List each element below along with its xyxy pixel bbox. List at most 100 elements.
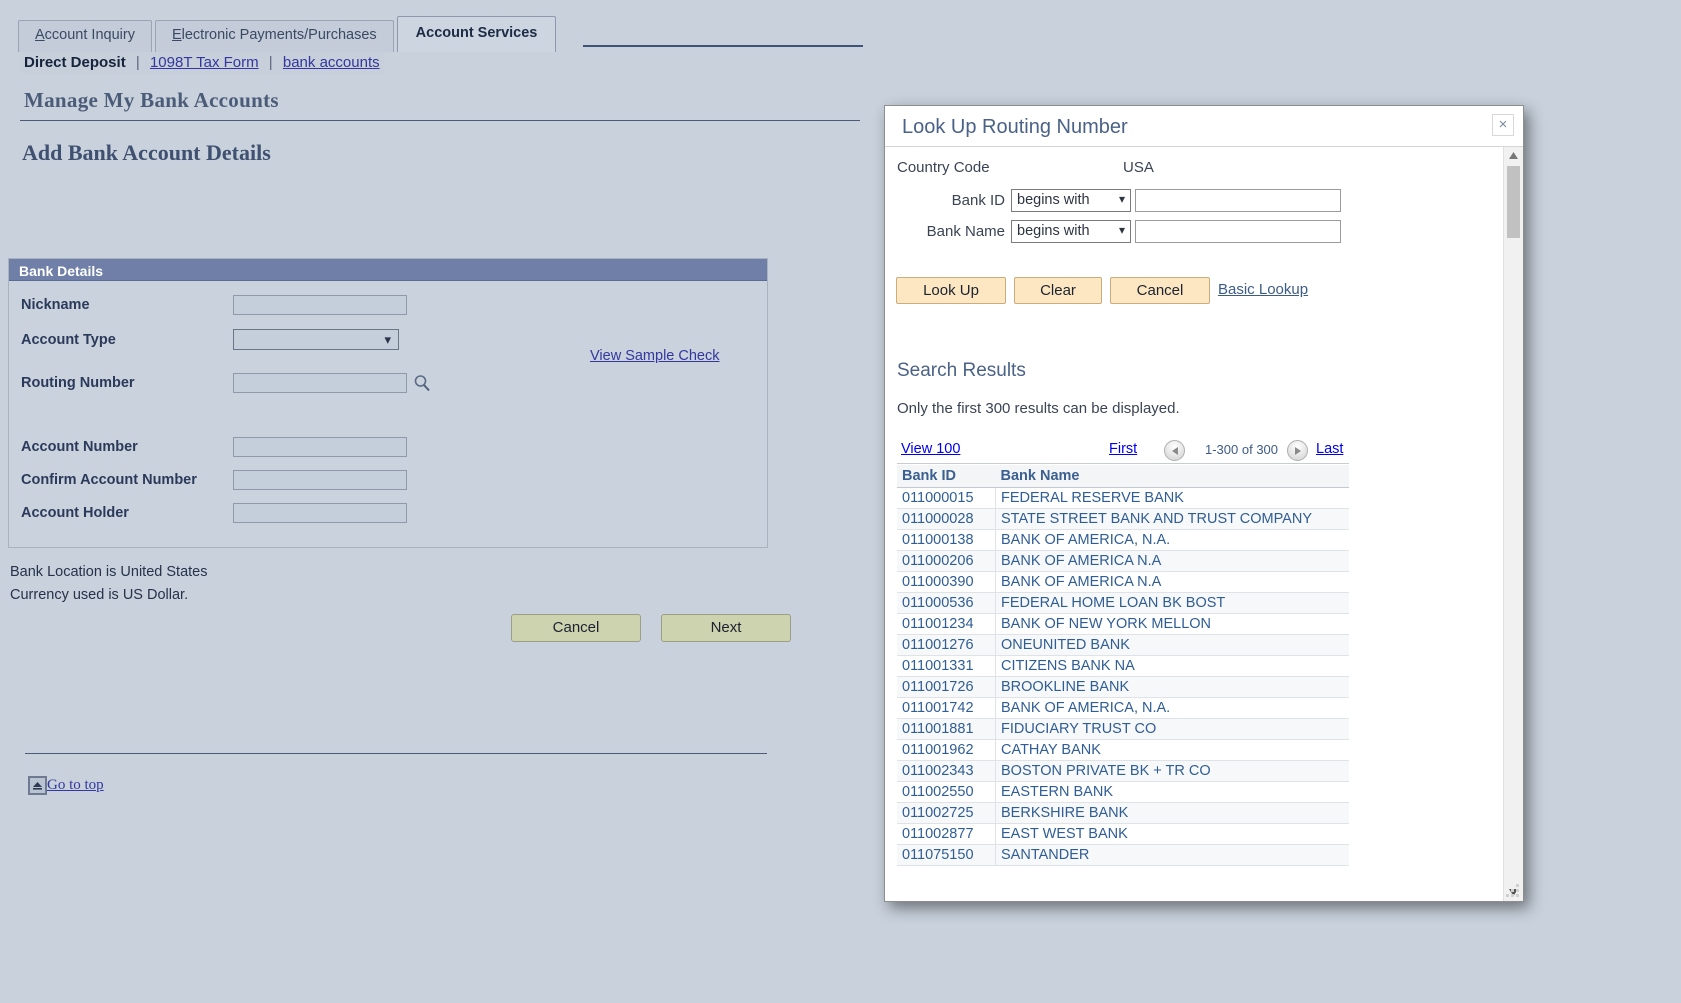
search-icon[interactable] (413, 374, 431, 392)
subnav-link-1098t-tax-form[interactable]: 1098T Tax Form (150, 54, 259, 71)
cell-bank-name[interactable]: FIDUCIARY TRUST CO (995, 718, 1349, 740)
basic-lookup-link[interactable]: Basic Lookup (1218, 281, 1308, 298)
cancel-button[interactable]: Cancel (511, 614, 641, 642)
cell-bank-id[interactable]: 011001276 (897, 634, 996, 656)
view-sample-check-link[interactable]: View Sample Check (590, 348, 720, 364)
cell-bank-name[interactable]: SANTANDER (995, 844, 1349, 866)
table-row[interactable]: 011075150 SANTANDER (897, 844, 1349, 866)
cell-bank-name[interactable]: EAST WEST BANK (995, 823, 1349, 845)
table-row[interactable]: 011001881 FIDUCIARY TRUST CO (897, 718, 1349, 740)
cell-bank-name[interactable]: STATE STREET BANK AND TRUST COMPANY (995, 508, 1349, 530)
cell-bank-id[interactable]: 011000206 (897, 550, 996, 572)
routing-number-input[interactable] (233, 373, 407, 393)
modal-scrollbar[interactable] (1503, 147, 1523, 901)
cell-bank-id[interactable]: 011002550 (897, 781, 996, 803)
scrollbar-thumb[interactable] (1507, 166, 1520, 238)
tab-electronic-payments[interactable]: Electronic Payments/Purchases (154, 20, 394, 52)
results-pager: View 100 First 1-300 of 300 Last (897, 437, 1349, 464)
cell-bank-id[interactable]: 011000028 (897, 508, 996, 530)
cell-bank-id[interactable]: 011000138 (897, 529, 996, 551)
table-row[interactable]: 011000028 STATE STREET BANK AND TRUST COM… (897, 508, 1349, 530)
scroll-up-icon[interactable] (1504, 147, 1523, 164)
cell-bank-name[interactable]: BANK OF AMERICA N.A (995, 571, 1349, 593)
table-row[interactable]: 011000206 BANK OF AMERICA N.A (897, 550, 1349, 572)
cell-bank-name[interactable]: FEDERAL HOME LOAN BK BOST (995, 592, 1349, 614)
previous-page-button[interactable] (1164, 440, 1185, 461)
cell-bank-id[interactable]: 011001962 (897, 739, 996, 761)
tab-account-services[interactable]: Account Services (396, 16, 557, 52)
tab-account-inquiry[interactable]: Account Inquiry (18, 20, 152, 52)
table-row[interactable]: 011002550 EASTERN BANK (897, 781, 1349, 803)
next-button[interactable]: Next (661, 614, 791, 642)
account-holder-input[interactable] (233, 503, 407, 523)
table-row[interactable]: 011000015 FEDERAL RESERVE BANK (897, 487, 1349, 509)
field-label-account-holder: Account Holder (21, 505, 129, 521)
cell-bank-name[interactable]: BANK OF AMERICA, N.A. (995, 529, 1349, 551)
cell-bank-id[interactable]: 011002343 (897, 760, 996, 782)
cell-bank-name[interactable]: BERKSHIRE BANK (995, 802, 1349, 824)
cell-bank-id[interactable]: 011001234 (897, 613, 996, 635)
cell-bank-id[interactable]: 011002725 (897, 802, 996, 824)
cell-bank-id[interactable]: 011001331 (897, 655, 996, 677)
look-up-button[interactable]: Look Up (896, 277, 1006, 304)
table-row[interactable]: 011001726 BROOKLINE BANK (897, 676, 1349, 698)
table-row[interactable]: 011000390 BANK OF AMERICA N.A (897, 571, 1349, 593)
bank-id-input[interactable] (1135, 189, 1341, 212)
bank-id-operator-select[interactable]: begins with ▾ (1011, 189, 1131, 212)
section-title: Add Bank Account Details (22, 140, 271, 165)
chevron-left-icon (1171, 446, 1178, 455)
first-page-link[interactable]: First (1109, 441, 1137, 457)
cell-bank-id[interactable]: 011002877 (897, 823, 996, 845)
cell-bank-name[interactable]: EASTERN BANK (995, 781, 1349, 803)
cell-bank-id[interactable]: 011001742 (897, 697, 996, 719)
cell-bank-name[interactable]: BANK OF AMERICA N.A (995, 550, 1349, 572)
subnav-current-direct-deposit: Direct Deposit (24, 54, 126, 71)
account-number-input[interactable] (233, 437, 407, 457)
cell-bank-name[interactable]: FEDERAL RESERVE BANK (995, 487, 1349, 509)
confirm-account-number-input[interactable] (233, 470, 407, 490)
table-row[interactable]: 011000138 BANK OF AMERICA, N.A. (897, 529, 1349, 551)
tab-label: Account Services (415, 25, 538, 41)
lookup-routing-number-modal: Look Up Routing Number × Country Code US… (884, 105, 1524, 902)
cell-bank-name[interactable]: CITIZENS BANK NA (995, 655, 1349, 677)
table-row[interactable]: 011000536 FEDERAL HOME LOAN BK BOST (897, 592, 1349, 614)
close-icon[interactable]: × (1492, 114, 1514, 136)
table-row[interactable]: 011002725 BERKSHIRE BANK (897, 802, 1349, 824)
column-header-bank-id[interactable]: Bank ID (897, 465, 996, 488)
next-page-button[interactable] (1287, 440, 1308, 461)
nickname-input[interactable] (233, 295, 407, 315)
table-row[interactable]: 011001331 CITIZENS BANK NA (897, 655, 1349, 677)
go-to-top-link[interactable]: Go to top (47, 777, 104, 794)
cell-bank-id[interactable]: 011000536 (897, 592, 996, 614)
cell-bank-name[interactable]: BROOKLINE BANK (995, 676, 1349, 698)
cell-bank-id[interactable]: 011075150 (897, 844, 996, 866)
table-row[interactable]: 011002343 BOSTON PRIVATE BK + TR CO (897, 760, 1349, 782)
modal-cancel-button[interactable]: Cancel (1110, 277, 1210, 304)
last-page-link[interactable]: Last (1316, 441, 1343, 457)
cell-bank-id[interactable]: 011000390 (897, 571, 996, 593)
table-row[interactable]: 011002877 EAST WEST BANK (897, 823, 1349, 845)
cell-bank-id[interactable]: 011001881 (897, 718, 996, 740)
go-to-top[interactable]: Go to top (28, 776, 104, 795)
table-row[interactable]: 011001276 ONEUNITED BANK (897, 634, 1349, 656)
cell-bank-id[interactable]: 011000015 (897, 487, 996, 509)
table-row[interactable]: 011001962 CATHAY BANK (897, 739, 1349, 761)
cell-bank-name[interactable]: BOSTON PRIVATE BK + TR CO (995, 760, 1349, 782)
cell-bank-name[interactable]: BANK OF NEW YORK MELLON (995, 613, 1349, 635)
arrow-up-icon (28, 776, 47, 795)
column-header-bank-name[interactable]: Bank Name (995, 465, 1349, 488)
account-type-select[interactable]: ▾ (233, 329, 399, 350)
bank-name-input[interactable] (1135, 220, 1341, 243)
clear-button[interactable]: Clear (1014, 277, 1102, 304)
table-row[interactable]: 011001234 BANK OF NEW YORK MELLON (897, 613, 1349, 635)
subnav-link-bank-accounts[interactable]: bank accounts (283, 54, 380, 71)
cell-bank-name[interactable]: CATHAY BANK (995, 739, 1349, 761)
bank-name-operator-select[interactable]: begins with ▾ (1011, 220, 1131, 243)
resize-handle[interactable] (1505, 884, 1519, 898)
cell-bank-name[interactable]: BANK OF AMERICA, N.A. (995, 697, 1349, 719)
chevron-right-icon (1294, 446, 1301, 455)
cell-bank-id[interactable]: 011001726 (897, 676, 996, 698)
cell-bank-name[interactable]: ONEUNITED BANK (995, 634, 1349, 656)
view-100-link[interactable]: View 100 (901, 441, 960, 457)
table-row[interactable]: 011001742 BANK OF AMERICA, N.A. (897, 697, 1349, 719)
